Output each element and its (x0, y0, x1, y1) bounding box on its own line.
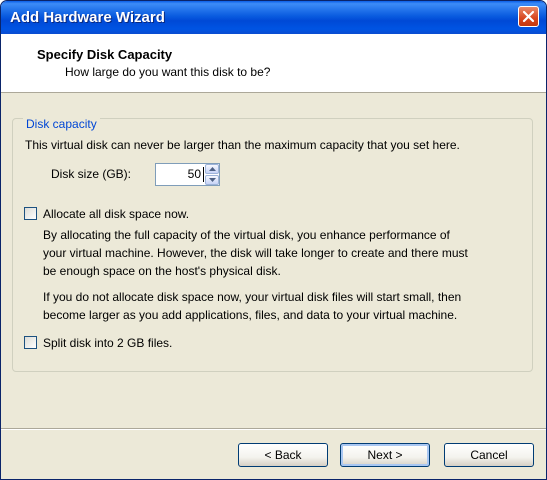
allocate-info-paragraph: By allocating the full capacity of the v… (43, 226, 523, 280)
split-disk-label[interactable]: Split disk into 2 GB files. (43, 336, 172, 350)
allocate-info-line: By allocating the full capacity of the v… (43, 228, 450, 242)
text-caret (203, 167, 204, 182)
next-button[interactable]: Next > (340, 443, 430, 467)
no-allocate-info-paragraph: If you do not allocate disk space now, y… (43, 288, 523, 324)
no-allocate-info-line: become larger as you add applications, f… (43, 308, 458, 322)
cancel-button[interactable]: Cancel (444, 443, 534, 467)
disk-size-label: Disk size (GB): (51, 167, 132, 181)
disk-size-stepper[interactable]: 50 (155, 163, 220, 186)
no-allocate-info-line: If you do not allocate disk space now, y… (43, 290, 462, 304)
spin-down-button[interactable] (205, 175, 219, 185)
allocate-info-line: be enough space on the host's physical d… (43, 264, 281, 278)
title-bar[interactable]: Add Hardware Wizard (1, 1, 546, 34)
allocate-all-checkbox[interactable] (24, 207, 37, 220)
arrow-down-icon (208, 178, 216, 182)
allocate-all-label[interactable]: Allocate all disk space now. (43, 207, 189, 221)
allocate-info-line: your virtual machine. However, the disk … (43, 246, 468, 260)
footer-separator (1, 428, 546, 430)
back-button[interactable]: < Back (238, 443, 328, 467)
disk-size-input[interactable]: 50 (158, 167, 201, 181)
close-icon (522, 10, 535, 23)
wizard-header: Specify Disk Capacity How large do you w… (1, 34, 546, 93)
disk-capacity-description: This virtual disk can never be larger th… (25, 138, 460, 152)
disk-capacity-legend: Disk capacity (23, 117, 100, 131)
page-subtitle: How large do you want this disk to be? (65, 65, 271, 79)
spin-up-button[interactable] (205, 164, 219, 174)
close-button[interactable] (518, 6, 539, 27)
split-disk-checkbox[interactable] (24, 336, 37, 349)
window-title: Add Hardware Wizard (10, 9, 165, 26)
arrow-up-icon (208, 167, 216, 171)
page-title: Specify Disk Capacity (37, 47, 173, 62)
wizard-window: Add Hardware Wizard Specify Disk Capacit… (0, 0, 547, 480)
